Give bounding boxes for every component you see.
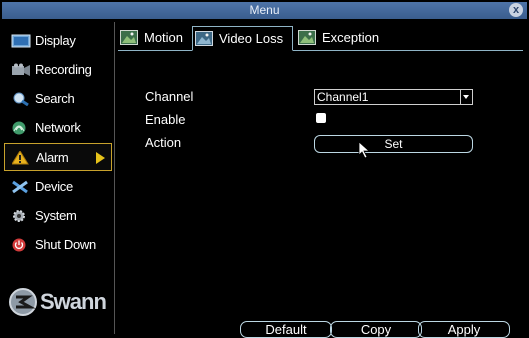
set-button[interactable]: Set: [314, 135, 473, 153]
apply-button[interactable]: Apply: [418, 321, 510, 338]
display-icon: [11, 34, 31, 48]
sidebar-item-system[interactable]: System: [4, 202, 112, 230]
motion-tab-icon: [120, 30, 138, 45]
sidebar-item-label: Shut Down: [35, 237, 96, 252]
sidebar-item-label: System: [35, 208, 77, 223]
logo-text: Swann: [40, 289, 107, 314]
network-icon: [12, 121, 26, 135]
action-label: Action: [145, 135, 182, 150]
channel-select[interactable]: Channel1: [314, 89, 473, 105]
default-button[interactable]: Default: [240, 321, 332, 338]
sidebar-item-label: Alarm: [36, 150, 69, 165]
gear-icon: [13, 210, 25, 222]
tab-label: Video Loss: [219, 31, 284, 46]
tab-motion[interactable]: Motion: [118, 26, 190, 50]
video-loss-tab-icon: [195, 31, 213, 46]
close-icon[interactable]: x: [509, 3, 523, 17]
title-bar: Menu x: [2, 2, 527, 19]
sidebar-item-display[interactable]: Display: [4, 27, 112, 55]
sidebar-item-alarm[interactable]: Alarm: [4, 143, 112, 171]
sidebar-item-recording[interactable]: Recording: [4, 56, 112, 84]
power-icon: [12, 238, 26, 252]
window-title: Menu: [249, 3, 280, 17]
sidebar-item-label: Network: [35, 120, 81, 135]
chevron-right-icon: [96, 152, 105, 164]
enable-checkbox[interactable]: [316, 113, 326, 123]
sidebar-item-search[interactable]: Search: [4, 85, 112, 113]
channel-label: Channel: [145, 89, 194, 104]
recording-icon: [12, 63, 30, 76]
search-icon: [13, 92, 29, 106]
sidebar-item-label: Recording: [35, 62, 92, 77]
channel-value: Channel1: [317, 90, 369, 104]
brand-logo: Swann: [8, 285, 118, 325]
tab-label: Motion: [144, 30, 184, 45]
device-icon: [12, 180, 28, 194]
tab-video-loss[interactable]: Video Loss: [192, 26, 293, 51]
tab-label: Exception: [322, 30, 380, 45]
swann-logo-icon: [9, 288, 37, 316]
sidebar-item-shutdown[interactable]: Shut Down: [4, 231, 112, 259]
sidebar-item-label: Device: [35, 179, 73, 194]
copy-button[interactable]: Copy: [330, 321, 422, 338]
tab-bar: Motion Video Loss Exception: [118, 26, 523, 51]
enable-label: Enable: [145, 112, 186, 127]
alarm-icon: [12, 151, 29, 165]
mouse-cursor-icon: [358, 141, 371, 159]
sidebar-item-device[interactable]: Device: [4, 173, 112, 201]
chevron-down-icon[interactable]: [460, 90, 472, 104]
exception-tab-icon: [298, 30, 316, 45]
divider: [114, 22, 115, 334]
sidebar-item-label: Search: [35, 91, 75, 106]
sidebar-item-network[interactable]: Network: [4, 114, 112, 142]
tab-exception[interactable]: Exception: [296, 26, 391, 50]
sidebar-item-label: Display: [35, 33, 76, 48]
